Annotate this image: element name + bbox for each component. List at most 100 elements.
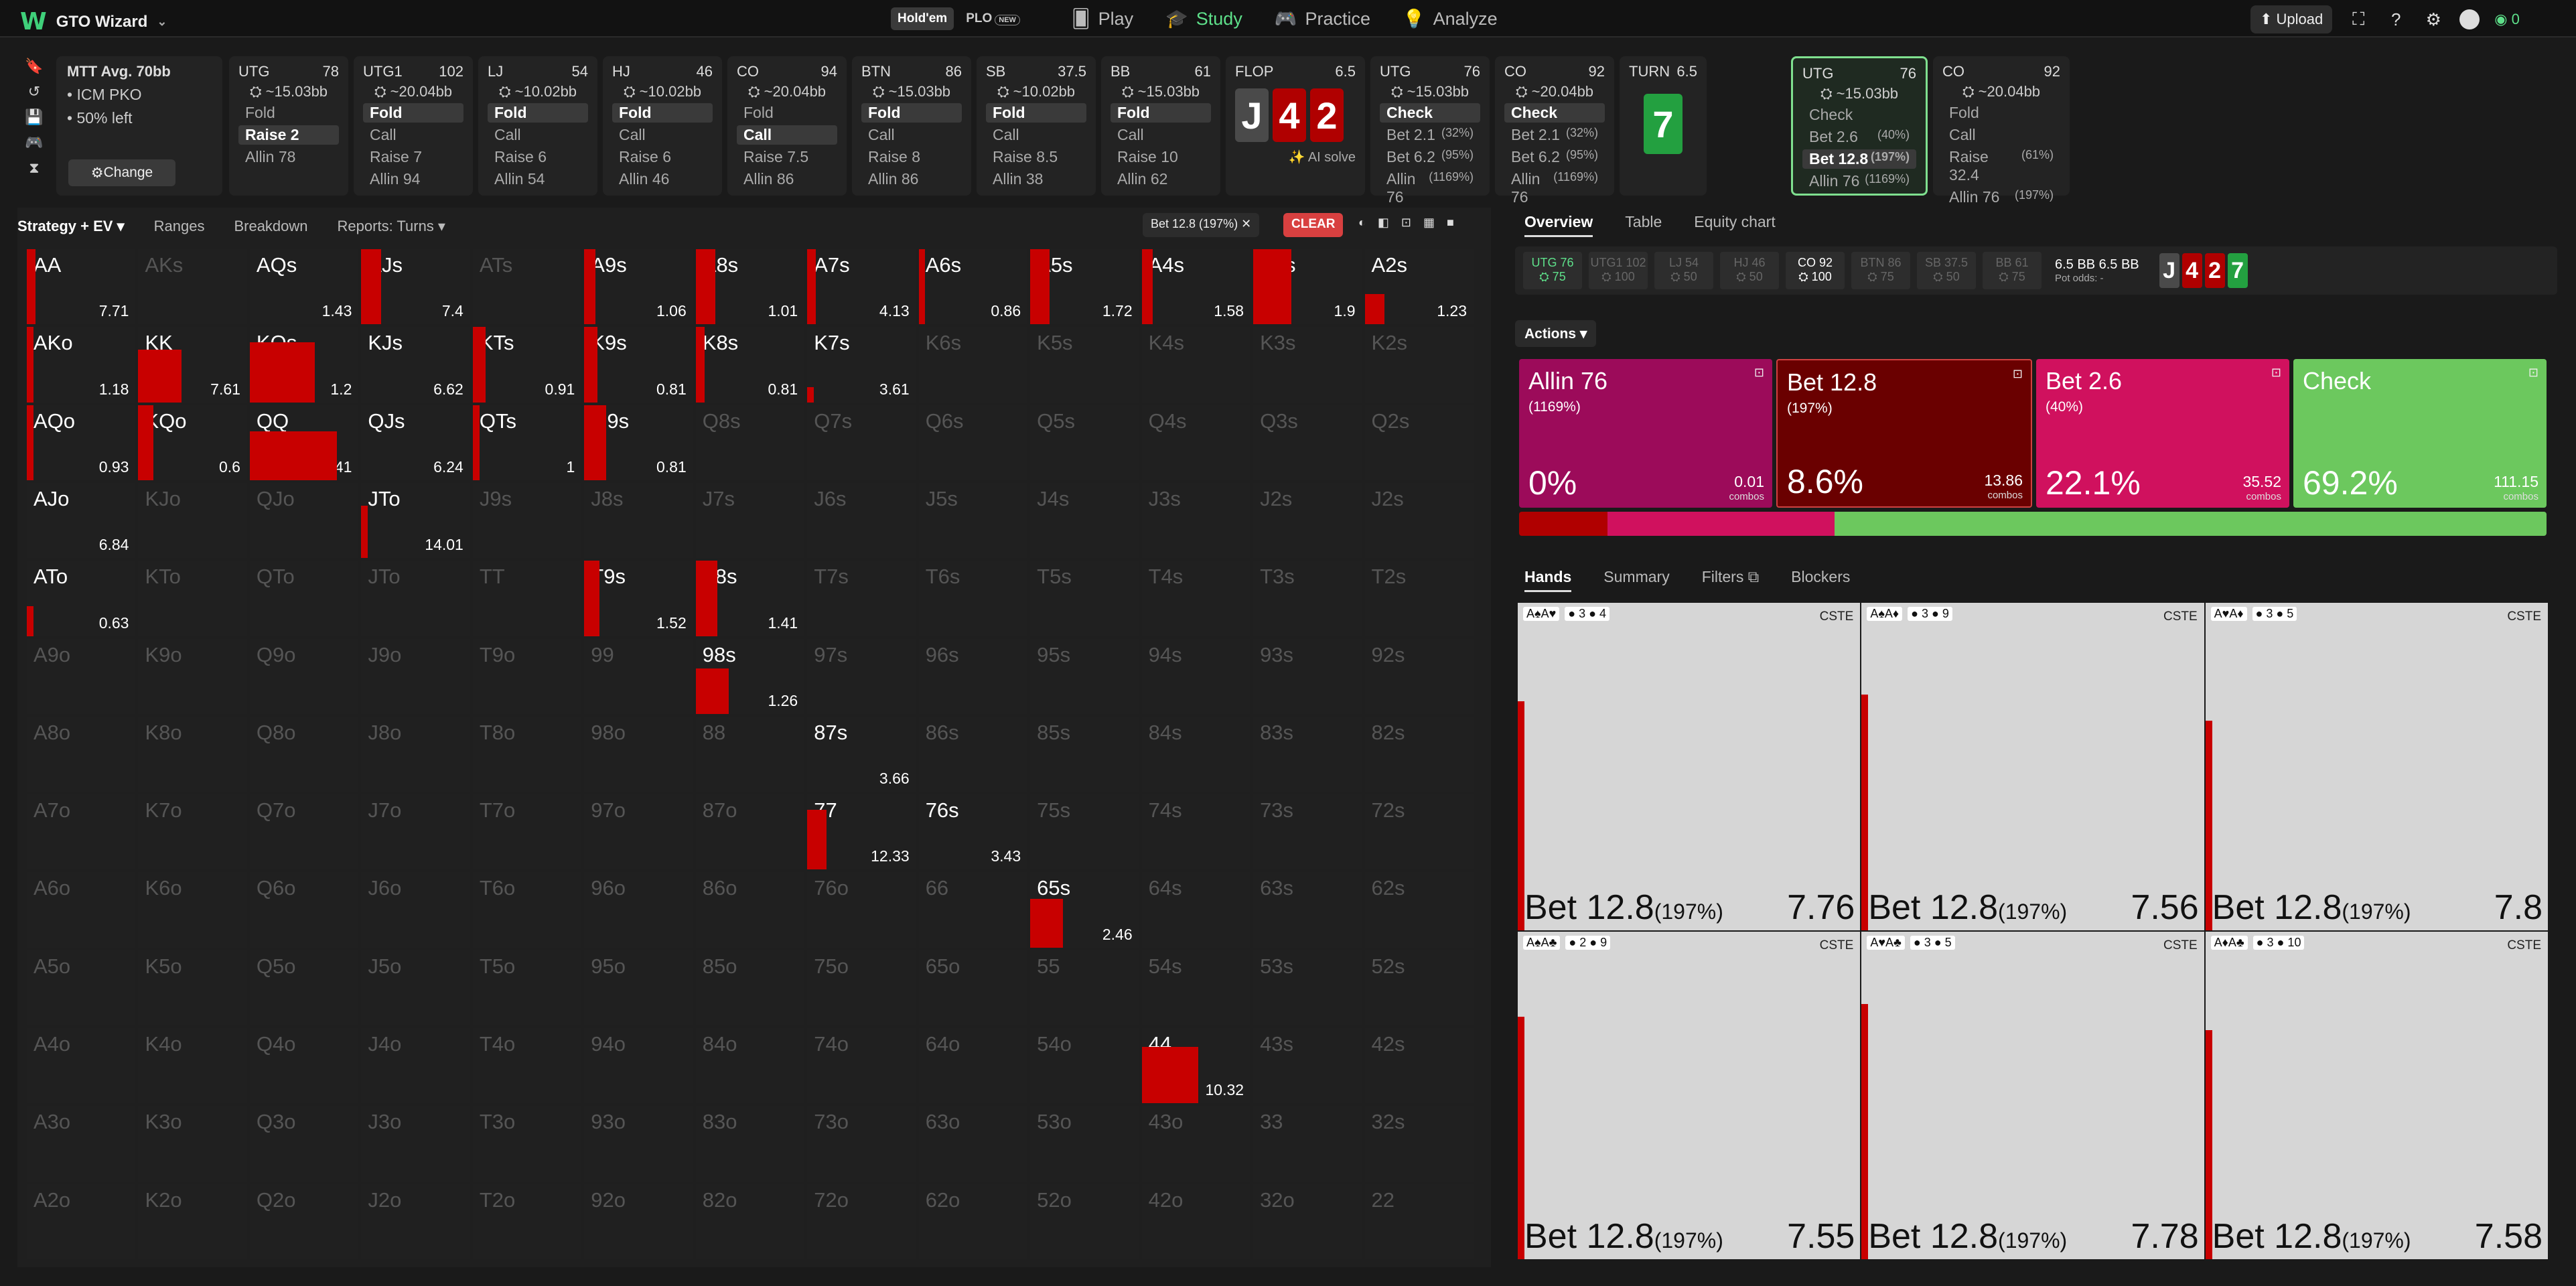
hand-cell[interactable]: AKo 1.18 [27,327,136,403]
hand-cell[interactable]: J3s [1141,482,1251,559]
hand-cell[interactable]: J5s [918,482,1028,559]
hand-cell[interactable]: Q9o [249,638,359,714]
color-mode-icon[interactable]: ◐ [1358,216,1366,230]
action-option[interactable]: Allin 54 [488,169,588,189]
hand-cell[interactable]: 33 [1253,1106,1362,1182]
hand-cell[interactable]: A5s 1.72 [1030,249,1139,325]
hand-cell[interactable]: 98o [584,716,693,792]
hand-cell[interactable]: 87s 3.66 [807,716,916,792]
position-chip[interactable]: CO 92 ⛭ 100 [1786,252,1845,289]
hand-cell[interactable]: T2s [1364,561,1474,636]
hand-cell[interactable]: 93o [584,1106,693,1182]
hand-cell[interactable]: 42s [1364,1028,1474,1104]
actions-dropdown[interactable]: Actions ▾ [1515,320,1597,347]
seat-bb[interactable]: BB 61 ⛭ ~15.03bb Fold Call Raise 10 Allin 62 [1101,56,1220,196]
action-option[interactable]: Allin 94 [363,169,463,189]
hand-cell[interactable]: 99 [584,638,693,714]
hand-cell[interactable]: K8o [138,716,247,792]
action-option[interactable]: Allin 78 [238,147,339,167]
tab-blockers[interactable]: Blockers [1791,568,1850,592]
hand-cell[interactable]: A6s 0.86 [918,249,1028,325]
action-option[interactable]: Raise 6 [488,147,588,167]
action-option[interactable]: Bet 2.1 (32%) [1504,125,1605,145]
hand-cell[interactable]: K4s [1141,327,1251,403]
hand-cell[interactable]: J9o [361,638,470,714]
hand-cell[interactable]: 43o [1141,1106,1251,1182]
hand-cell[interactable]: 22 [1364,1184,1474,1259]
hand-cell[interactable]: 83s [1253,716,1362,792]
nav-study[interactable]: 🎓 Study [1165,5,1242,32]
hand-cell[interactable]: Q4o [249,1028,359,1104]
hand-cell[interactable]: T9o [472,638,582,714]
hand-cell[interactable]: QQ 7.41 [249,405,359,480]
seat-utg[interactable]: UTG 78 ⛭ ~15.03bb Fold Raise 2 Allin 78 [229,56,348,196]
hand-cell[interactable]: J8o [361,716,470,792]
hand-cell[interactable]: 76s 3.43 [918,794,1028,870]
action-option[interactable]: Allin 86 [861,169,962,189]
hand-cell[interactable]: KQo 0.6 [138,405,247,480]
hand-cell[interactable]: T3o [472,1106,582,1182]
action-option[interactable]: Fold [363,103,463,123]
hand-combo-card[interactable]: A♠A♥ ● 3 ● 4 CSTE Bet 12.8(197%) 7.76 [1518,603,1861,930]
action-option[interactable]: Bet 2.1 (32%) [1380,125,1480,145]
hand-cell[interactable]: T6o [472,872,582,948]
hand-cell[interactable]: K2s [1364,327,1474,403]
hand-cell[interactable]: Q9s 0.81 [584,405,693,480]
action-option[interactable]: Bet 2.6 (40%) [1802,127,1916,147]
hand-cell[interactable]: 95o [584,950,693,1026]
action-option[interactable]: Call [1942,125,2060,145]
action-option[interactable]: Allin 76 (1169%) [1802,171,1916,191]
seat-co[interactable]: CO 94 ⛭ ~20.04bb Fold Call Raise 7.5 Allin 86 [727,56,847,196]
bookmark-icon[interactable]: 🔖 [25,58,43,75]
action-option[interactable]: Raise 7.5 [737,147,837,167]
action-option[interactable]: Raise 6 [612,147,713,167]
hand-cell[interactable]: A4o [27,1028,136,1104]
hand-cell[interactable]: 98s 1.26 [695,638,805,714]
hand-cell[interactable]: K5s [1030,327,1139,403]
hand-cell[interactable]: Q5o [249,950,359,1026]
tab-ranges[interactable]: Ranges [154,218,205,235]
action-card[interactable]: Bet 12.8 (197%) ⊡ 8.6% 13.86 combos [1776,359,2032,508]
hand-cell[interactable]: J4s [1030,482,1139,559]
action-option[interactable]: Bet 12.8 (197%) [1802,149,1916,169]
hand-cell[interactable]: T5o [472,950,582,1026]
hand-cell[interactable]: K7o [138,794,247,870]
hand-cell[interactable]: Q5s [1030,405,1139,480]
grid-icon[interactable]: ▦ [1423,216,1435,230]
action-option[interactable]: Call [612,125,713,145]
hand-cell[interactable]: T4s [1141,561,1251,636]
action-option[interactable]: Raise 7 [363,147,463,167]
hand-cell[interactable]: 72s [1364,794,1474,870]
hand-cell[interactable]: KTs 0.91 [472,327,582,403]
hand-cell[interactable]: 84s [1141,716,1251,792]
action-option[interactable]: Check [1380,103,1480,123]
hand-cell[interactable]: J6s [807,482,916,559]
hand-cell[interactable]: T7s [807,561,916,636]
sliders-icon[interactable]: ⧗ [29,159,39,177]
action-card[interactable]: Bet 2.6 (40%) ⊡ 22.1% 35.52 combos [2036,359,2289,508]
nav-practice[interactable]: 🎮 Practice [1275,5,1370,32]
tab-reports[interactable]: Reports: Turns ▾ [338,218,445,235]
hand-cell[interactable]: 54s [1141,950,1251,1026]
clear-button[interactable]: CLEAR [1283,213,1344,237]
action-card[interactable]: Allin 76 (1169%) ⊡ 0% 0.01 combos [1519,359,1772,508]
hand-cell[interactable]: 73s [1253,794,1362,870]
hand-cell[interactable]: J7s [695,482,805,559]
hand-cell[interactable]: 94o [584,1028,693,1104]
hand-cell[interactable]: KJs 6.62 [361,327,470,403]
action-option[interactable]: Check [1802,105,1916,125]
hand-cell[interactable]: A9s 1.06 [584,249,693,325]
screenshot-icon[interactable]: ⛶ [2347,8,2370,31]
hand-cell[interactable]: T8o [472,716,582,792]
action-option[interactable]: Call [363,125,463,145]
hand-cell[interactable]: 88 [695,716,805,792]
hand-cell[interactable]: 7712.33 [807,794,916,870]
hand-cell[interactable]: 94s [1141,638,1251,714]
change-button[interactable]: ⚙ Change [68,159,175,186]
seat-co[interactable]: CO 92 ⛭ ~20.04bb Check Bet 2.1 (32%) Bet 6.2 (9… [1495,56,1614,206]
hand-cell[interactable]: T9s 1.52 [584,561,693,636]
contrast-icon[interactable]: ◧ [1378,216,1389,230]
hand-cell[interactable]: A3o [27,1106,136,1182]
hand-cell[interactable]: K8s 0.81 [695,327,805,403]
seat-utg[interactable]: UTG 76 ⛭ ~15.03bb Check Bet 2.1 (32%) Bet 6.2 (… [1370,56,1490,206]
